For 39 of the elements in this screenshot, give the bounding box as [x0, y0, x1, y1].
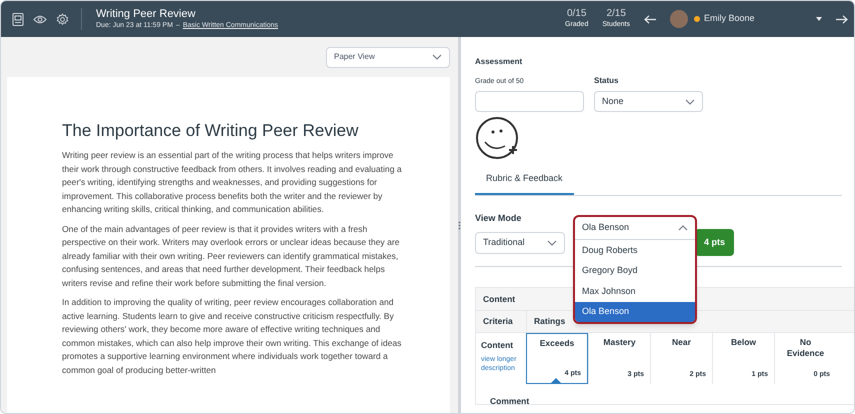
- triangle-marker-icon: [551, 378, 561, 383]
- document-title: The Importance of Writing Peer Review: [62, 121, 360, 141]
- left-arrow-icon[interactable]: [644, 14, 657, 24]
- tab[interactable]: Rubric & Feedback: [475, 170, 574, 194]
- eye-icon[interactable]: [33, 14, 47, 24]
- stat-value: 2/15: [606, 8, 626, 20]
- student-option[interactable]: Doug Roberts: [575, 240, 695, 260]
- assessment-heading: Assessment: [475, 57, 524, 67]
- view-mode-select[interactable]: Traditional: [475, 232, 565, 254]
- criterion-name: Content: [481, 339, 514, 352]
- chevron-down-icon: [685, 98, 695, 104]
- status-select[interactable]: None: [594, 91, 703, 112]
- student-name[interactable]: Emily Boone: [704, 12, 816, 26]
- view-mode-label: View Mode: [475, 212, 522, 224]
- status-label: Status: [594, 75, 620, 87]
- resize-handle-icon[interactable]: [458, 220, 461, 230]
- student-select[interactable]: Ola Benson: [575, 217, 695, 240]
- settings-icon[interactable]: [56, 12, 69, 26]
- chevron-down-icon: [432, 54, 442, 60]
- student-option[interactable]: Ola Benson: [575, 302, 695, 322]
- caret-icon[interactable]: [816, 17, 822, 21]
- paragraph: In addition to improving the quality of writing, peer review encourages collaboration and active learning. Students learn to give and receive constructive criticism respectfully. By reviewing others' work, they become more aware of effective writing techniques and common mistakes, which can also help improve their own writing. This exchange of ideas promotes a supportive learning environment where individuals work together toward a common goal of producing better-written: [62, 296, 402, 377]
- grade-input-field[interactable]: [475, 91, 584, 112]
- avatar: [670, 10, 688, 28]
- view-select[interactable]: Paper View: [326, 46, 450, 68]
- column-header: Ratings: [526, 311, 572, 332]
- chevron-down-icon: [547, 240, 557, 246]
- points-badge: 4 pts: [695, 229, 734, 256]
- student-option[interactable]: Gregory Boyd: [575, 260, 695, 281]
- comment-label: Comment: [490, 396, 530, 406]
- sticker-add-icon[interactable]: [475, 116, 519, 160]
- right-arrow-icon[interactable]: [835, 14, 848, 24]
- column-header: Criteria: [482, 315, 514, 328]
- chevron-up-icon: [678, 225, 688, 231]
- document-icon[interactable]: [12, 12, 24, 26]
- stat-value: 0/15: [566, 8, 586, 20]
- paragraph: Writing peer review is an essential part of the writing process that helps writers improve their work through constructive feedback from others. It involves reading and evaluating a peer's writing, identifying strengths and weaknesses, and providing suggestions for improvement. This collaborative process benefits both the writer and the reviewer by enhancing writing skills, critical thinking, and communication abilities.: [62, 149, 403, 216]
- assignment-title: Writing Peer Review: [96, 8, 196, 20]
- paragraph: One of the main advantages of peer review is that it provides writers with a fresh perspective on their work. Writers may overlook errors or unclear ideas because they are already familiar with their own writing. Peer reviewers can identify grammatical mistakes, confusing sentences, and areas that need further development. Their feedback helps writers revise and refine their work before submitting the final version.: [62, 222, 401, 290]
